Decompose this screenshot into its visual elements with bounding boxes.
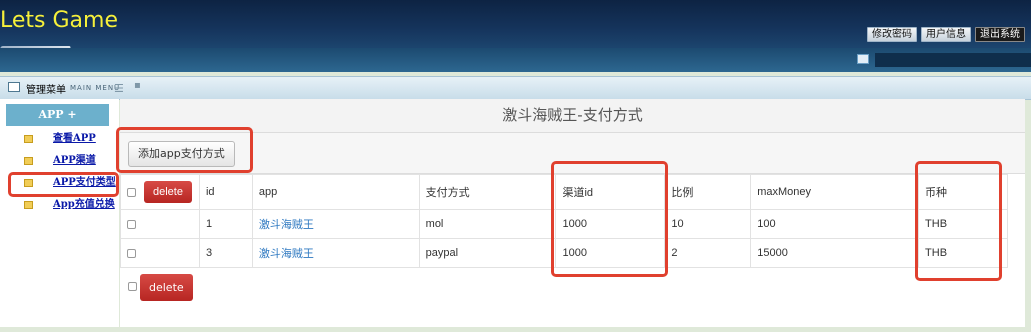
folder-icon [24,134,33,143]
sidebar-item-view-app[interactable]: 查看APP [24,130,96,148]
select-all-checkbox[interactable] [127,187,136,197]
cell-pay-method: paypal [418,238,557,268]
logo: Lets Game [0,8,118,33]
cell-pay-method: mol [418,209,557,239]
cell-ratio: 10 [664,209,752,239]
column-header: 比例 [664,174,752,210]
menu-title: 管理菜单 [26,85,66,96]
sidebar: APP + 查看APP APP渠道 APP支付类型 App充值兑换 [0,99,119,327]
app-header: Lets Game 修改密码 用户信息 退出系统 [0,0,1031,72]
row-checkbox-cell [120,238,200,268]
cell-max-money: 15000 [750,238,920,268]
row-checkbox[interactable] [127,219,136,229]
sidebar-item-app-channel[interactable]: APP渠道 [24,152,96,170]
bullet-icon: ▪ [134,80,141,91]
column-header: id [198,174,253,210]
row-checkbox[interactable] [127,248,136,258]
header-links: 修改密码 用户信息 退出系统 [867,27,1025,42]
cell-app: 激斗海贼王 [251,209,420,239]
user-info-link[interactable]: 用户信息 [921,27,971,42]
delete-button[interactable]: delete [144,181,192,203]
menu-subtitle: MAIN MENU [70,84,121,92]
change-password-link[interactable]: 修改密码 [867,27,917,42]
sidebar-heading[interactable]: APP + [6,104,109,126]
sidebar-item-app-recharge[interactable]: App充值兑换 [24,196,115,214]
cell-id: 1 [198,209,253,239]
folder-icon [24,156,33,165]
cell-id: 3 [198,238,253,268]
cell-max-money: 100 [750,209,920,239]
column-header: maxMoney [750,174,920,210]
delete-button-footer[interactable]: delete [140,274,193,301]
sidebar-item-label: 查看APP [53,133,96,144]
logout-link[interactable]: 退出系统 [975,27,1025,42]
collapse-icon[interactable]: ☰ [114,82,124,95]
page-title: 激斗海贼王-支付方式 [120,99,1025,133]
highlight-sidebar-pay-type [8,172,119,197]
monitor-icon[interactable] [857,54,869,64]
select-all-checkbox-footer[interactable] [128,282,137,291]
sidebar-item-label: APP渠道 [53,155,96,166]
app-link[interactable]: 激斗海贼王 [259,248,314,260]
menu-bar: 管理菜单 MAIN MENU ☰ ▪ [0,76,1031,100]
select-all-cell: delete [120,174,200,210]
column-header: app [251,174,420,210]
header-strip [0,48,1031,72]
highlight-currency-column [915,161,1002,281]
row-checkbox-cell [120,209,200,239]
highlight-channel-id-column [551,161,668,277]
cell-ratio: 2 [664,238,752,268]
menu-icon [8,82,20,92]
column-header: 支付方式 [418,174,557,210]
app-link[interactable]: 激斗海贼王 [259,219,314,231]
highlight-add-button [116,127,253,173]
header-status-bar [875,53,1031,67]
sidebar-item-label: App充值兑换 [53,199,115,210]
cell-app: 激斗海贼王 [251,238,420,268]
folder-icon [24,200,33,209]
